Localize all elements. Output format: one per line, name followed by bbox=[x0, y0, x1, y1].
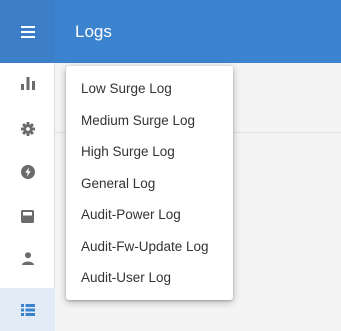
sidebar-rail bbox=[0, 0, 55, 331]
sidebar-item-device[interactable] bbox=[0, 196, 55, 236]
hamburger-menu-icon bbox=[20, 25, 35, 38]
page-title: Logs bbox=[75, 21, 112, 41]
app-window: Logs Low Surge Log Medium Surge Log High… bbox=[0, 0, 341, 331]
menu-item-audit-power-log[interactable]: Audit-Power Log bbox=[66, 199, 233, 231]
power-bolt-icon bbox=[20, 165, 35, 179]
sidebar-item-logs[interactable] bbox=[0, 288, 55, 331]
menu-item-audit-fw-update-log[interactable]: Audit-Fw-Update Log bbox=[66, 231, 233, 263]
bar-chart-icon bbox=[20, 76, 35, 90]
logs-dropdown-menu: Low Surge Log Medium Surge Log High Surg… bbox=[66, 66, 233, 300]
sidebar-item-user[interactable] bbox=[0, 238, 55, 278]
gear-icon bbox=[20, 122, 35, 136]
menu-item-audit-user-log[interactable]: Audit-User Log bbox=[66, 262, 233, 294]
menu-item-low-surge-log[interactable]: Low Surge Log bbox=[66, 73, 233, 105]
top-header: Logs bbox=[55, 0, 341, 63]
user-icon bbox=[21, 251, 34, 265]
device-icon bbox=[21, 209, 34, 223]
menu-item-general-log[interactable]: General Log bbox=[66, 168, 233, 200]
sidebar-item-dashboard[interactable] bbox=[0, 63, 55, 103]
sidebar-item-power[interactable] bbox=[0, 152, 55, 192]
list-icon bbox=[20, 303, 35, 316]
menu-toggle-button[interactable] bbox=[0, 0, 55, 63]
menu-item-high-surge-log[interactable]: High Surge Log bbox=[66, 136, 233, 168]
sidebar-item-settings[interactable] bbox=[0, 109, 55, 149]
menu-item-medium-surge-log[interactable]: Medium Surge Log bbox=[66, 105, 233, 137]
